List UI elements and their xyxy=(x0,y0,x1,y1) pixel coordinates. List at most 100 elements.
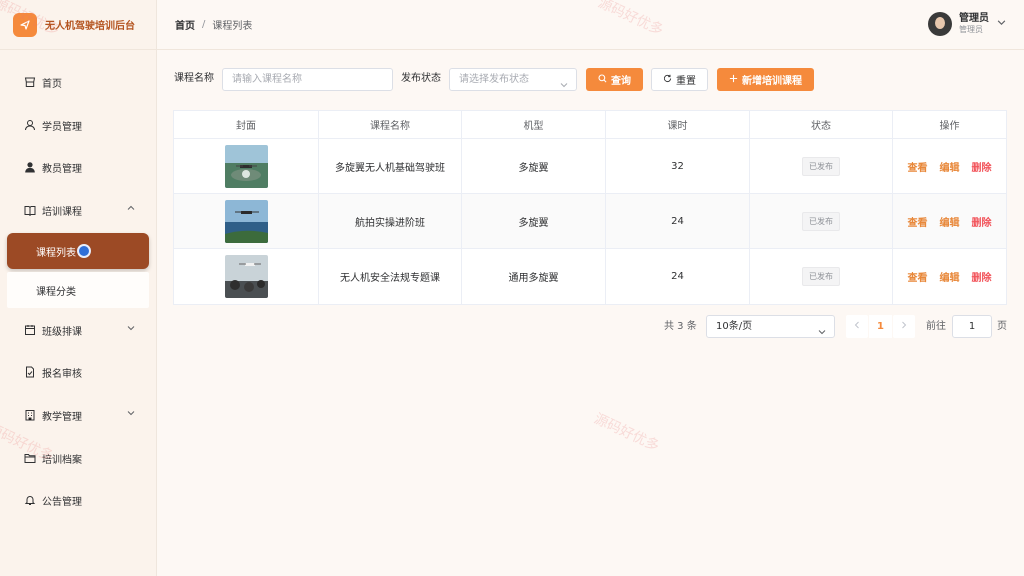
watermark: 源码好优多 xyxy=(591,410,662,455)
search-icon xyxy=(598,73,607,86)
sidebar-subitem-course-list[interactable]: 课程列表 xyxy=(7,233,149,269)
next-page-button[interactable] xyxy=(893,315,915,338)
view-button[interactable]: 查看 xyxy=(908,269,928,284)
publish-status-select[interactable]: 请选择发布状态 xyxy=(449,68,577,91)
course-name-label: 课程名称 xyxy=(174,73,214,84)
course-name: 航拍实操进阶班 xyxy=(319,194,462,248)
status-badge: 已发布 xyxy=(802,211,840,231)
table-row: 航拍实操进阶班 多旋翼 24 已发布 查看 编辑 删除 xyxy=(174,194,1006,249)
course-name: 多旋翼无人机基础驾驶班 xyxy=(319,139,462,193)
goto-page-input[interactable]: 1 xyxy=(952,315,992,338)
query-button-label: 查询 xyxy=(611,76,631,87)
page-suffix-label: 页 xyxy=(997,321,1007,332)
breadcrumb-separator: / xyxy=(202,19,206,30)
page-number-current[interactable]: 1 xyxy=(869,315,892,338)
sidebar-item-notices[interactable]: 公告管理 xyxy=(0,480,157,520)
view-button[interactable]: 查看 xyxy=(908,159,928,174)
sidebar-subitem-label: 课程分类 xyxy=(36,286,76,298)
sidebar-item-scheduling[interactable]: 班级排课 xyxy=(0,310,157,350)
breadcrumb-home[interactable]: 首页 xyxy=(175,17,195,32)
column-header: 封面 xyxy=(174,111,319,138)
prev-page-button[interactable] xyxy=(846,315,868,338)
delete-button[interactable]: 删除 xyxy=(972,269,992,284)
sidebar-item-label: 培训课程 xyxy=(42,206,82,218)
table-row: 无人机安全法规专题课 通用多旋翼 24 已发布 查看 编辑 删除 xyxy=(174,249,1006,304)
chevron-up-icon xyxy=(127,204,135,215)
course-hours: 24 xyxy=(606,249,750,304)
column-header: 状态 xyxy=(750,111,893,138)
user-menu[interactable]: 管理员 管理员 xyxy=(928,12,1006,36)
table-header: 封面 课程名称 机型 课时 状态 操作 xyxy=(174,111,1006,139)
query-button[interactable]: 查询 xyxy=(586,68,643,91)
shop-icon xyxy=(24,76,36,88)
edit-button[interactable]: 编辑 xyxy=(940,159,960,174)
add-course-button-label: 新增培训课程 xyxy=(742,76,802,87)
reset-button[interactable]: 重置 xyxy=(651,68,708,91)
user-role: 管理员 xyxy=(959,25,983,34)
status-cell: 已发布 xyxy=(750,249,893,304)
table-row: 多旋翼无人机基础驾驶班 多旋翼 32 已发布 查看 编辑 删除 xyxy=(174,139,1006,194)
user-info: 管理员 管理员 xyxy=(959,13,989,35)
course-model: 多旋翼 xyxy=(462,139,606,193)
top-header: 首页 / 课程列表 管理员 管理员 xyxy=(157,0,1024,50)
sidebar-item-home[interactable]: 首页 xyxy=(0,62,157,102)
page-size-select[interactable]: 10条/页 xyxy=(706,315,835,338)
sidebar-item-teaching[interactable]: 教学管理 xyxy=(0,395,157,435)
chevron-down-icon xyxy=(560,76,568,97)
column-header: 课时 xyxy=(606,111,750,138)
logo-icon xyxy=(13,12,37,37)
chevron-right-icon xyxy=(900,321,908,332)
course-hours: 24 xyxy=(606,194,750,248)
add-course-button[interactable]: 新增培训课程 xyxy=(717,68,814,91)
calendar-icon xyxy=(24,324,36,336)
sidebar-item-courses[interactable]: 培训课程 xyxy=(0,190,157,230)
sidebar-item-archives[interactable]: 培训档案 xyxy=(0,438,157,478)
chevron-down-icon xyxy=(127,324,135,335)
chevron-down-icon xyxy=(818,323,826,344)
cursor-indicator xyxy=(77,244,91,258)
column-header: 操作 xyxy=(939,121,960,132)
page-size-value: 10条/页 xyxy=(716,321,753,332)
course-cover-image xyxy=(224,255,268,298)
actions-cell: 查看 编辑 删除 xyxy=(893,249,1006,304)
goto-label: 前往 xyxy=(926,321,946,332)
edit-button[interactable]: 编辑 xyxy=(940,269,960,284)
status-cell: 已发布 xyxy=(750,139,893,193)
publish-status-placeholder: 请选择发布状态 xyxy=(459,74,529,85)
course-cover-image xyxy=(224,199,268,243)
sidebar-item-label: 培训档案 xyxy=(42,454,82,466)
building-icon xyxy=(24,409,36,421)
breadcrumb: 首页 / 课程列表 xyxy=(175,17,252,32)
sidebar-subitem-label: 课程列表 xyxy=(36,247,76,259)
edit-button[interactable]: 编辑 xyxy=(940,214,960,229)
actions-cell: 查看 编辑 删除 xyxy=(893,139,1006,193)
delete-button[interactable]: 删除 xyxy=(972,214,992,229)
breadcrumb-current: 课程列表 xyxy=(212,21,253,32)
sidebar: 无人机驾驶培训后台 首页 学员管理 教员管理 培训课程 课程列表 课程分类 班级… xyxy=(0,0,157,576)
column-header: 课程名称 xyxy=(319,111,462,138)
column-header: 机型 xyxy=(462,111,606,138)
document-check-icon xyxy=(24,366,36,378)
actions-cell: 查看 编辑 删除 xyxy=(893,194,1006,248)
cover-cell xyxy=(174,194,319,248)
book-icon xyxy=(24,204,36,216)
sidebar-subitem-course-category[interactable]: 课程分类 xyxy=(7,272,149,308)
sidebar-item-label: 公告管理 xyxy=(42,496,82,508)
cover-cell xyxy=(174,139,319,193)
course-model: 多旋翼 xyxy=(462,194,606,248)
view-button[interactable]: 查看 xyxy=(908,214,928,229)
reset-button-label: 重置 xyxy=(676,76,696,87)
status-cell: 已发布 xyxy=(750,194,893,248)
course-name-input[interactable] xyxy=(222,68,393,91)
sidebar-item-label: 教学管理 xyxy=(42,411,82,423)
sidebar-item-teachers[interactable]: 教员管理 xyxy=(0,147,157,187)
sidebar-item-label: 班级排课 xyxy=(42,326,82,338)
delete-button[interactable]: 删除 xyxy=(972,159,992,174)
plus-icon xyxy=(729,74,738,86)
sidebar-item-students[interactable]: 学员管理 xyxy=(0,105,157,145)
bell-icon xyxy=(24,494,36,506)
user-name: 管理员 xyxy=(959,13,989,24)
publish-status-label: 发布状态 xyxy=(401,73,441,84)
chevron-left-icon xyxy=(853,321,861,332)
sidebar-item-enroll-review[interactable]: 报名审核 xyxy=(0,352,157,392)
